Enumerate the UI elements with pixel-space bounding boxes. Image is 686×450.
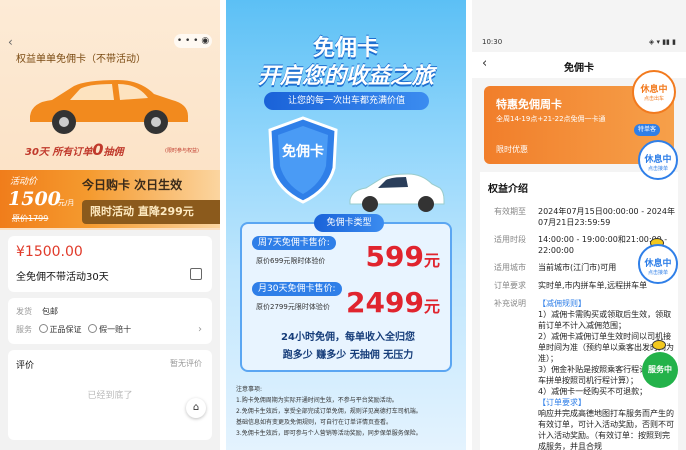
original-price: 原价1799	[12, 214, 49, 223]
benefit-slogan: 24小时免佣，每单收入全归您	[281, 332, 415, 343]
check-icon	[38, 324, 48, 333]
promo-suffix: 抽佣	[103, 147, 124, 158]
slogan: 今日购卡 次日生效	[82, 178, 183, 192]
promo-prefix: 30天 所有订单	[25, 147, 93, 158]
status-icons: ◈ ▾ ▮▮ ▮	[648, 38, 676, 46]
section-title: 权益介绍	[488, 184, 528, 195]
card-detail-panel: 10:30 ◈ ▾ ▮▮ ▮ ‹ 免佣卡 特惠免佣周卡 全周14-19点+21-…	[472, 0, 686, 450]
rule-1: 1）减佣卡需购买或领取后生效，领取前订单不计入减佣范围；	[538, 310, 672, 330]
promo-note: (限时参与权益)	[165, 148, 199, 154]
card-title: 特惠免佣周卡	[496, 98, 562, 111]
note-2: 2.免佣卡生效后，享受全部完成订单免佣，规则详见高德打车司机端。	[236, 408, 422, 415]
card-subtitle: 全周14-19点+21-22点免佣一卡通	[496, 115, 606, 123]
float-1-action: 点击出车	[643, 96, 664, 102]
notes-title: 注意事项:	[236, 386, 263, 393]
shipping-value: 包邮	[42, 307, 58, 316]
valid-value: 2024年07月15日00:00:00 - 2024年07月21日23:59:5…	[538, 207, 675, 227]
card-type-tag: 免佣卡类型	[314, 214, 384, 232]
price-value: 1500	[8, 188, 61, 210]
notes-section: 注意事项: 1.购卡免佣周期为实际开通时间生效，不参与平台奖励活动。 2.免佣卡…	[236, 384, 458, 439]
price-unit: 元/月	[58, 199, 75, 207]
card-type-box: 免佣卡类型 周7天免佣卡售价: 原价699元限时体验价 599元 月30天免佣卡…	[240, 214, 452, 372]
service-item-2: 假一赔十	[99, 325, 132, 334]
shield-icon: 免佣卡	[268, 116, 338, 204]
review-card: 评价 暂无评价 已经到底了 ⌂	[8, 350, 212, 440]
weekly-card-row: 周7天免佣卡售价: 原价699元限时体验价 599元	[252, 236, 444, 278]
product-name: 全免佣不带活动30天	[16, 272, 109, 283]
poster-panel: 免佣卡 开启您的收益之旅 让您的每一次出车都充满价值 免佣卡 免佣卡类型 周7天…	[226, 0, 466, 450]
note-label: 补充说明	[494, 299, 526, 308]
float-1-status: 休息中	[640, 85, 668, 95]
monthly-label: 月30天免佣卡售价:	[252, 282, 342, 296]
float-3-status: 休息中	[644, 259, 672, 269]
shipping-row: 发货 包邮	[16, 306, 58, 317]
float-2-status: 休息中	[644, 155, 672, 165]
monthly-card-row: 月30天免佣卡售价: 原价2799元限时体验价 2499元	[252, 282, 444, 324]
hero-banner: ‹ • • • ◉ 权益单单免佣卡（不带活动） 30天 所有订单0抽佣 (限时参…	[0, 0, 220, 230]
note-4: 3.免佣卡生效后，即可参与个人营销等活动奖励，同步保单服务保险。	[236, 430, 422, 437]
price-label: 活动价	[10, 177, 38, 187]
note-1: 1.购卡免佣周期为实际开通时间生效，不参与平台奖励活动。	[236, 397, 398, 404]
check-icon	[88, 324, 98, 333]
in-service-button[interactable]: 服务中	[642, 352, 678, 388]
benefit-intro-section: 权益介绍 有效期至 2024年07月15日00:00:00 - 2024年07月…	[480, 172, 678, 450]
float-resting-button-2[interactable]: 休息中 点击接单	[638, 140, 678, 180]
amount: ¥1500.00	[16, 244, 83, 260]
weekly-original: 原价699元限时体验价	[256, 257, 326, 265]
order-label: 订单要求	[494, 281, 526, 290]
share-icon[interactable]	[190, 268, 202, 280]
float-resting-button-3[interactable]: 休息中 点击接单	[638, 244, 678, 284]
more-menu-icon[interactable]: • • • ◉	[174, 34, 212, 48]
order-tag: 特单客	[633, 124, 660, 136]
shield-label: 免佣卡	[282, 143, 324, 160]
rule-heading: 【减佣规则】	[538, 299, 586, 308]
product-page-panel: ‹ • • • ◉ 权益单单免佣卡（不带活动） 30天 所有订单0抽佣 (限时参…	[0, 0, 220, 450]
float-2-action: 点击接单	[647, 166, 668, 172]
monthly-price: 2499元	[346, 286, 440, 319]
time-label: 适用时段	[494, 235, 526, 244]
valid-label: 有效期至	[494, 207, 526, 216]
back-icon[interactable]: ‹	[8, 35, 13, 49]
service-row: 服务 正品保证 假一赔十	[16, 324, 131, 335]
service-item-1: 正品保证	[49, 325, 82, 334]
limited-offer-banner: 限时活动 直降299元	[82, 200, 220, 224]
note-3: 基础信息如有变更及免佣规则，可自行在订单详情页查看。	[236, 419, 393, 426]
float-resting-button-1[interactable]: 休息中 点击出车	[632, 70, 676, 114]
bird-mascot-icon	[652, 340, 666, 350]
monthly-original: 原价2799元限时体验价	[256, 303, 330, 311]
rule-4: 4）减佣卡一经购买不可退款；	[538, 387, 648, 396]
order-heading: 【订单要求】	[538, 398, 586, 407]
weekly-price-value: 599	[365, 240, 424, 273]
white-car-icon	[349, 173, 445, 212]
home-icon[interactable]: ⌂	[186, 398, 206, 418]
poster-tagline: 让您的每一次出车都充满价值	[264, 92, 429, 110]
poster-subtitle: 开启您的收益之旅	[257, 64, 434, 89]
city-label: 适用城市	[494, 263, 526, 272]
no-review-text: 暂无评价	[170, 359, 202, 368]
service-label: 服务	[16, 325, 32, 334]
promo-zero: 0	[92, 140, 104, 159]
card-badge: 限时优惠	[496, 145, 528, 154]
monthly-price-value: 2499	[346, 286, 424, 319]
order-rule: 响应并完成高德地图打车服务而产生的有效订单，可计入活动奖励，否则不可计入活动奖励…	[538, 409, 674, 450]
price-band: 活动价 1500 元/月 原价1799 今日购卡 次日生效 限时活动 直降299…	[0, 170, 220, 228]
banner-title: 权益单单免佣卡（不带活动）	[16, 54, 146, 65]
price-card: ¥1500.00 全免佣不带活动30天	[8, 236, 212, 292]
chevron-right-icon: ›	[198, 324, 202, 335]
benefit-slogan-2: 跑多少 赚多少 无抽佣 无压力	[282, 350, 414, 361]
weekly-label: 周7天免佣卡售价:	[252, 236, 336, 250]
yuan-unit: 元	[423, 251, 440, 270]
status-time: 10:30	[482, 38, 503, 46]
review-label: 评价	[16, 361, 35, 371]
weekly-price: 599元	[366, 240, 440, 273]
yuan-unit: 元	[423, 297, 440, 316]
service-card[interactable]: 发货 包邮 服务 正品保证 假一赔十 ›	[8, 298, 212, 344]
shipping-label: 发货	[16, 307, 32, 316]
float-3-action: 点击接单	[647, 270, 668, 276]
car-illustration-icon	[30, 80, 188, 134]
end-of-list-text: 已经到底了	[87, 391, 133, 401]
